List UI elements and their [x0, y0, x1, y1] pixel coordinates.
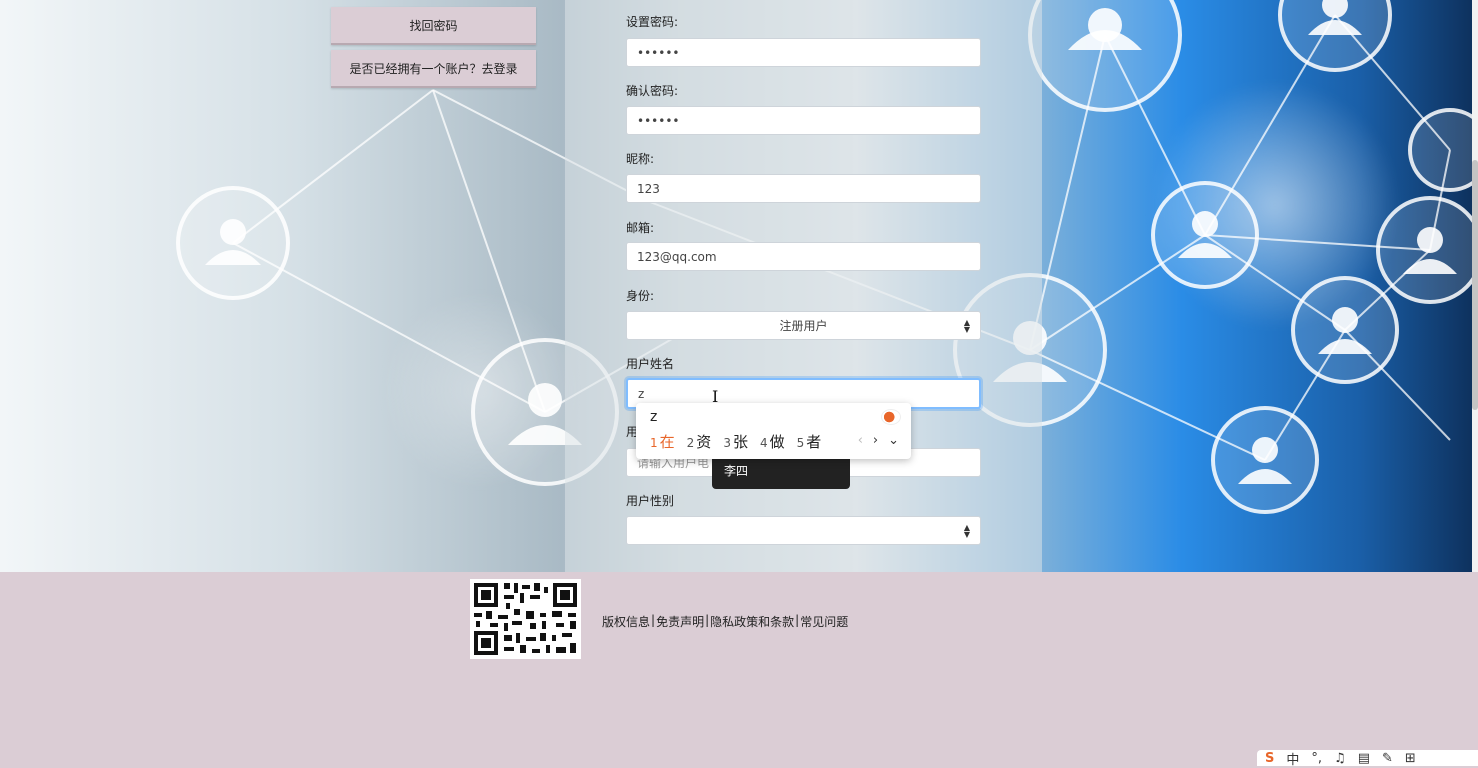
candidate-text: 者 [806, 433, 822, 451]
sogou-logo-icon [881, 409, 901, 425]
disclaimer-link[interactable]: 免责声明 [656, 613, 704, 630]
identity-label: 身份: [626, 289, 655, 303]
candidate-text: 张 [732, 433, 748, 451]
user-name-value: z [638, 386, 645, 401]
candidate-number: 4 [759, 436, 768, 450]
set-password-value: •••••• [637, 45, 680, 60]
keyboard-icon[interactable]: ▤ [1358, 751, 1370, 766]
go-login-button[interactable]: 是否已经拥有一个账户？去登录 [331, 50, 536, 88]
footer [0, 572, 1478, 766]
candidate-text: 在 [659, 433, 675, 451]
next-page-icon[interactable]: › [873, 433, 878, 448]
select-caret-icon: ▲ ▼ [963, 523, 970, 539]
ime-candidate[interactable]: 2资 [687, 431, 712, 452]
user-gender-label: 用户性别 [626, 494, 675, 508]
text-cursor-icon: I [712, 387, 719, 406]
set-password-input[interactable]: •••••• [626, 38, 981, 67]
ime-candidate[interactable]: 4做 [760, 431, 785, 452]
set-password-label: 设置密码: [626, 15, 679, 29]
toolbox-icon[interactable]: ⊞ [1405, 751, 1416, 766]
ime-toolbar: S 中 °, ♫ ▤ ✎ ⊞ [1257, 749, 1478, 768]
identity-select[interactable]: 注册用户 ▲ ▼ [626, 311, 981, 340]
select-caret-icon: ▲ ▼ [963, 318, 970, 334]
confirm-password-input[interactable]: •••••• [626, 106, 981, 135]
ime-candidate[interactable]: 1在 [650, 431, 675, 452]
nickname-label: 昵称: [626, 152, 655, 166]
expand-icon[interactable]: ⌄ [888, 433, 899, 448]
copyright-link[interactable]: 版权信息 [602, 613, 650, 630]
email-value: 123@qq.com [637, 249, 717, 264]
candidate-text: 资 [696, 433, 712, 451]
nickname-value: 123 [637, 181, 660, 196]
privacy-link[interactable]: 隐私政策和条款 [710, 613, 794, 630]
sogou-icon[interactable]: S [1265, 751, 1274, 766]
ime-candidate[interactable]: 3张 [723, 431, 748, 452]
user-gender-select[interactable]: ▲ ▼ [626, 516, 981, 545]
ime-navigation: ‹ › ⌄ [858, 433, 899, 448]
skin-icon[interactable]: ✎ [1382, 751, 1393, 766]
ime-candidate-window: z 1在 2资 3张 4做 5者 ‹ › ⌄ [636, 403, 911, 459]
voice-icon[interactable]: ♫ [1334, 751, 1346, 766]
user-name-label: 用户姓名 [626, 357, 675, 371]
identity-value: 注册用户 [779, 319, 828, 333]
candidate-text: 做 [769, 433, 785, 451]
candidate-number: 1 [650, 436, 658, 450]
candidate-number: 2 [686, 436, 695, 450]
ime-composition: z [650, 409, 658, 425]
punctuation-icon[interactable]: °, [1311, 751, 1322, 766]
prev-page-icon[interactable]: ‹ [858, 433, 863, 448]
ime-candidates: 1在 2资 3张 4做 5者 [650, 431, 821, 452]
candidate-number: 3 [723, 436, 731, 450]
email-input[interactable]: 123@qq.com [626, 242, 981, 271]
ime-candidate[interactable]: 5者 [797, 431, 822, 452]
footer-links: 版权信息 | 免责声明 | 隐私政策和条款 | 常见问题 [602, 613, 848, 630]
confirm-password-value: •••••• [637, 113, 680, 128]
find-password-button[interactable]: 找回密码 [331, 7, 536, 45]
faq-link[interactable]: 常见问题 [800, 613, 848, 630]
qr-code [470, 579, 581, 659]
scrollbar-thumb[interactable] [1472, 160, 1478, 410]
candidate-number: 5 [796, 436, 805, 450]
chinese-mode-toggle[interactable]: 中 [1286, 749, 1299, 768]
nickname-input[interactable]: 123 [626, 174, 981, 203]
confirm-password-label: 确认密码: [626, 84, 679, 98]
email-label: 邮箱: [626, 221, 655, 235]
